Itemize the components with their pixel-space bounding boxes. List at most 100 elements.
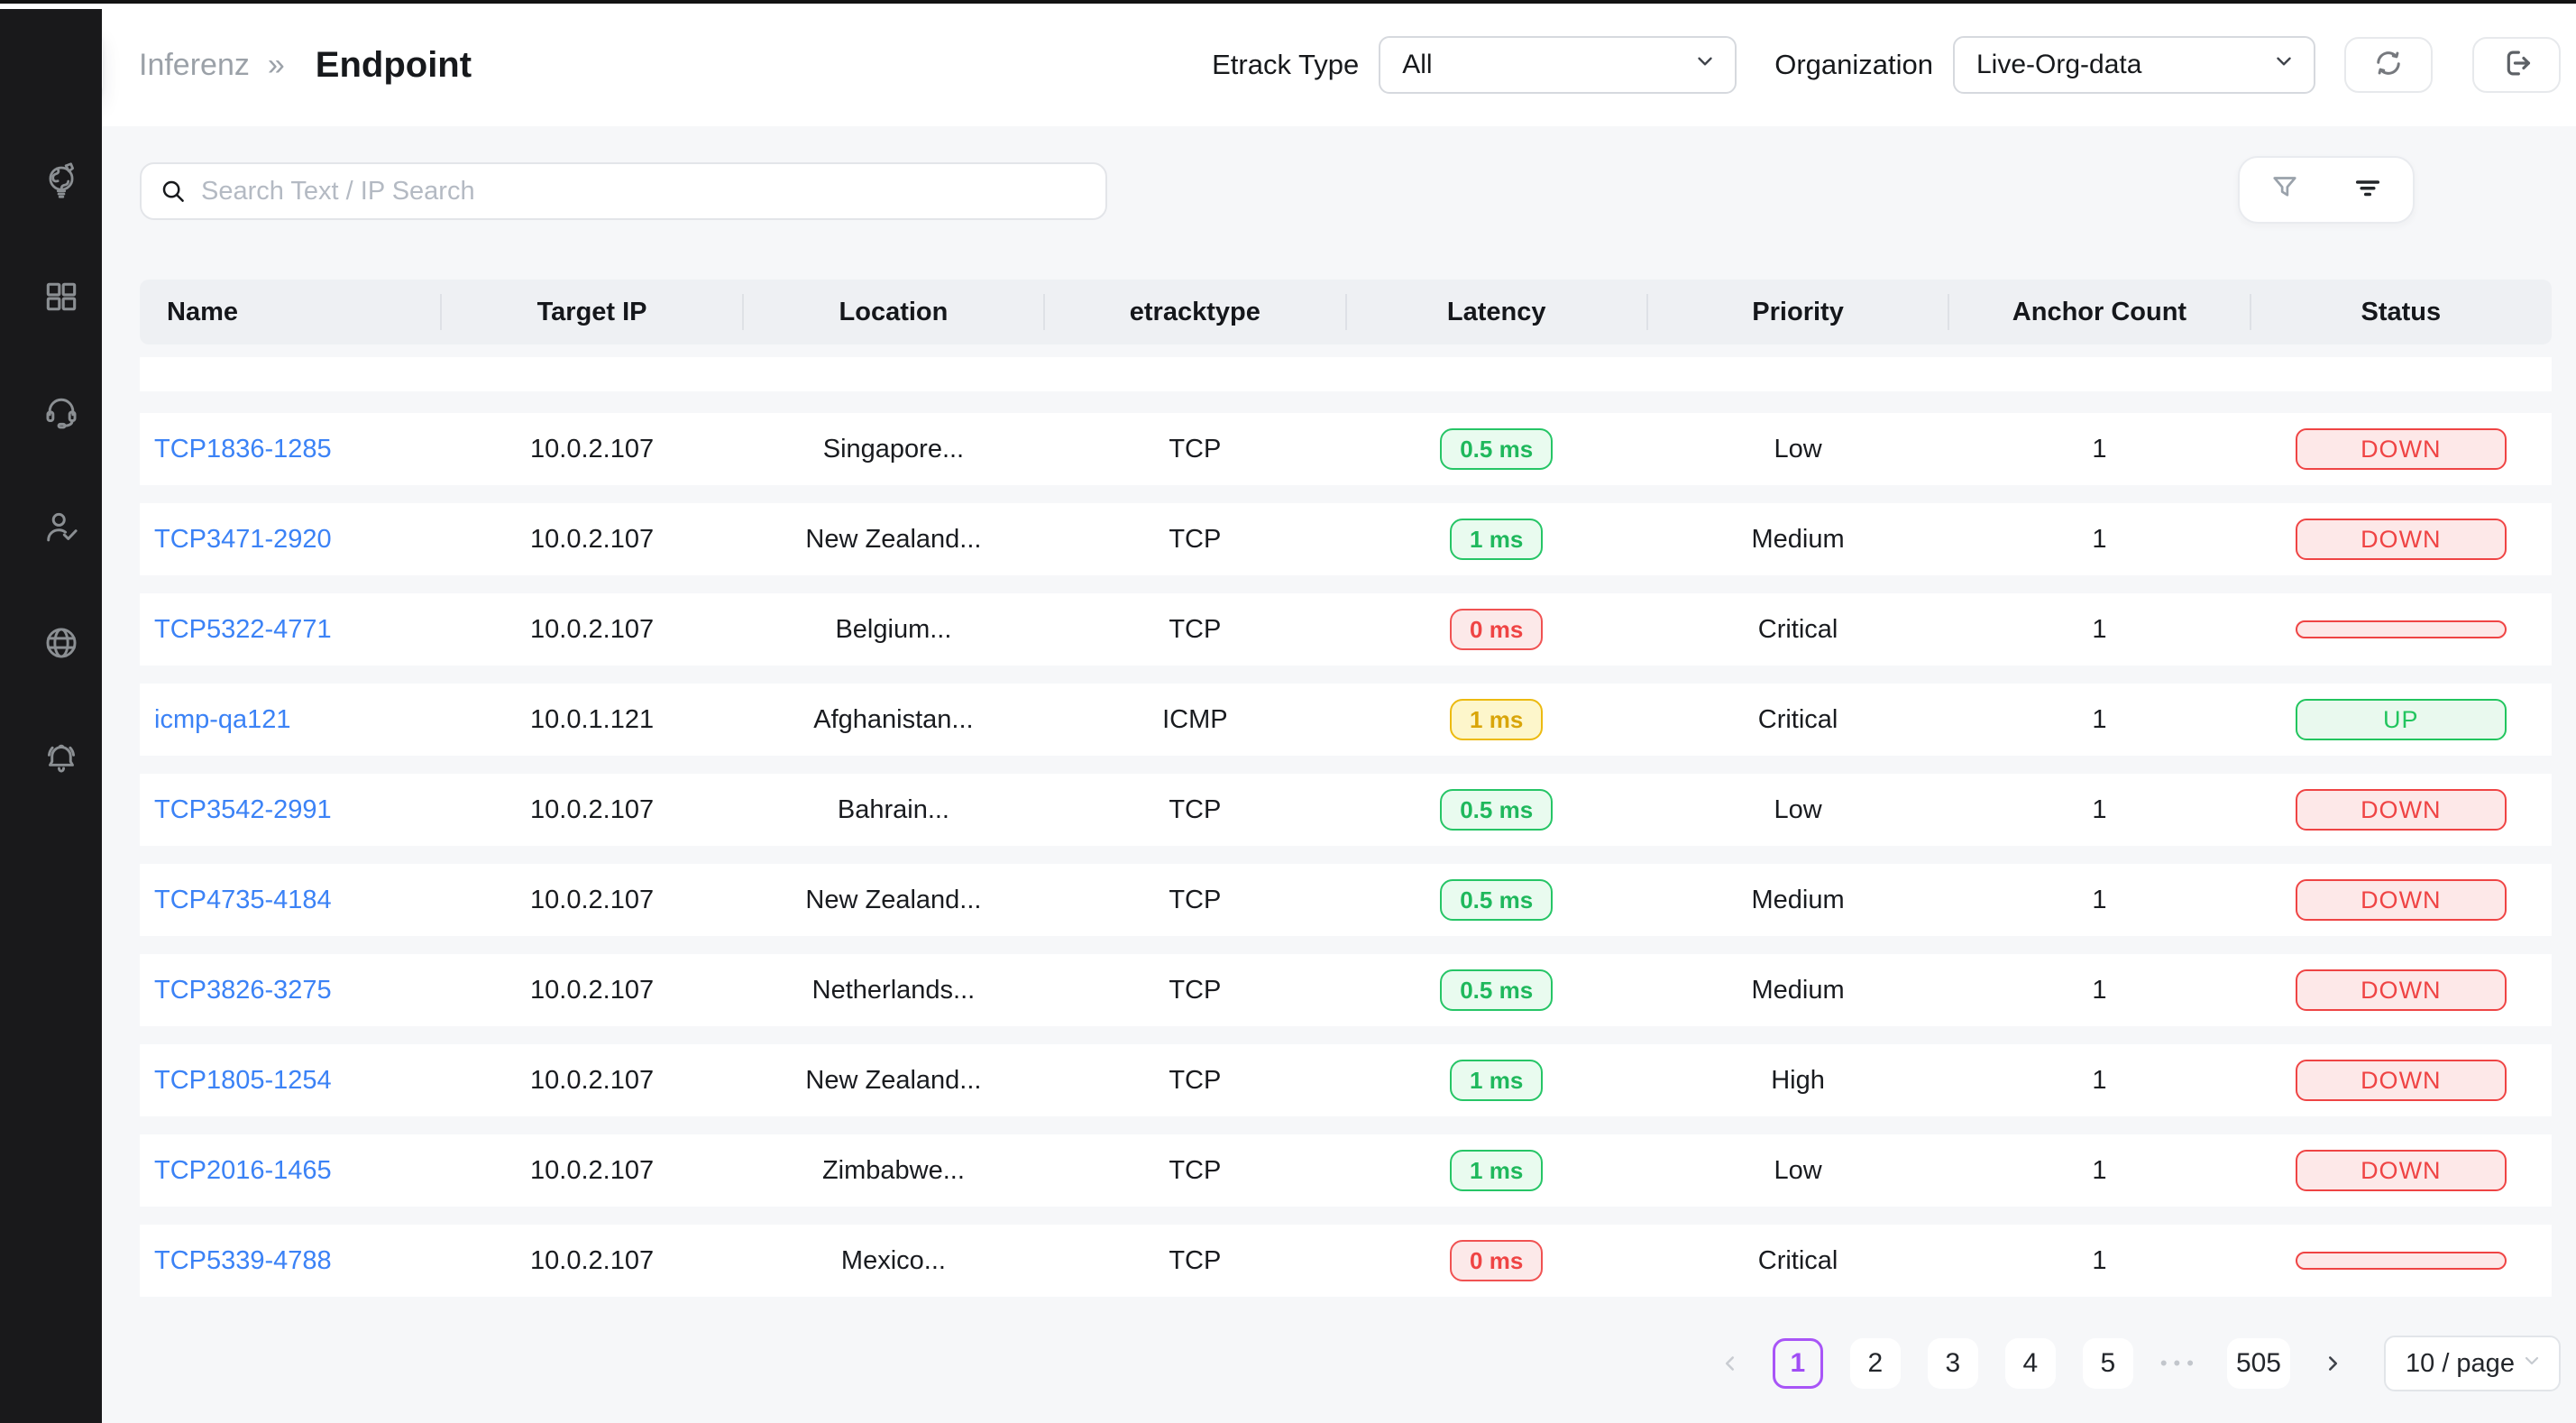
priority-cell: Medium: [1647, 864, 1948, 936]
next-page-icon[interactable]: [2317, 1348, 2348, 1379]
notifications-bell-icon[interactable]: [41, 739, 81, 778]
support-headset-icon[interactable]: [41, 392, 81, 432]
location-cell: Zimbabwe...: [743, 1134, 1044, 1207]
pagination-page-4[interactable]: 4: [2005, 1338, 2056, 1389]
status-cell: DOWN: [2251, 503, 2552, 575]
page-size-value: 10 / page: [2406, 1349, 2515, 1379]
latency-cell: 1 ms: [1346, 1134, 1647, 1207]
anchor-count-cell: 1: [1948, 774, 2250, 846]
priority-cell: Critical: [1647, 684, 1948, 756]
latency-cell: 0 ms: [1346, 1225, 1647, 1297]
globe-icon[interactable]: [41, 623, 81, 663]
column-header-name: Name: [140, 280, 441, 344]
page-size-select[interactable]: 10 / page: [2384, 1336, 2561, 1391]
endpoint-table: NameTarget IPLocationetracktypeLatencyPr…: [140, 280, 2552, 1297]
anchor-count-cell: 1: [1948, 1134, 2250, 1207]
status-badge: DOWN: [2296, 969, 2507, 1011]
user-check-icon[interactable]: [41, 508, 81, 547]
etrack-type-value: All: [1402, 50, 1432, 80]
chevron-down-icon: [2521, 1349, 2543, 1379]
column-header-priority: Priority: [1647, 280, 1948, 344]
latency-cell: 0 ms: [1346, 593, 1647, 666]
pagination-page-5[interactable]: 5: [2083, 1338, 2133, 1389]
breadcrumb-app[interactable]: Inferenz: [139, 48, 250, 83]
status-badge: [2296, 1252, 2507, 1270]
endpoint-name-link[interactable]: TCP3826-3275: [154, 976, 332, 1005]
refresh-button[interactable]: [2344, 37, 2433, 93]
latency-cell: 0.5 ms: [1346, 864, 1647, 936]
table-row: TCP5322-477110.0.2.107Belgium...TCP0 msC…: [140, 593, 2552, 666]
export-button[interactable]: [2472, 37, 2561, 93]
table-row: TCP4735-418410.0.2.107New Zealand...TCP0…: [140, 864, 2552, 936]
latency-badge: 1 ms: [1450, 1060, 1543, 1101]
etracktype-cell: TCP: [1044, 593, 1345, 666]
latency-badge: 0.5 ms: [1440, 428, 1553, 470]
etracktype-cell: TCP: [1044, 864, 1345, 936]
chevron-down-icon: [2272, 50, 2296, 80]
etrack-type-select[interactable]: All: [1379, 36, 1737, 94]
column-header-status: Status: [2251, 280, 2552, 344]
latency-cell: 1 ms: [1346, 1044, 1647, 1116]
endpoint-name-link[interactable]: TCP5339-4788: [154, 1246, 332, 1276]
location-cell: Bahrain...: [743, 774, 1044, 846]
status-badge: UP: [2296, 699, 2507, 740]
filter-toolbar[interactable]: [2238, 156, 2415, 224]
latency-cell: 1 ms: [1346, 684, 1647, 756]
app-logo-icon[interactable]: [41, 161, 81, 201]
search-input[interactable]: [140, 162, 1107, 220]
pagination-page-3[interactable]: 3: [1928, 1338, 1978, 1389]
pagination-last-page[interactable]: 505: [2227, 1338, 2290, 1389]
target-ip-cell: 10.0.2.107: [441, 774, 742, 846]
organization-select[interactable]: Live-Org-data: [1953, 36, 2315, 94]
anchor-count-cell: 1: [1948, 684, 2250, 756]
target-ip-cell: 10.0.2.107: [441, 413, 742, 485]
endpoint-name-link[interactable]: TCP3471-2920: [154, 525, 332, 555]
dashboard-grid-icon[interactable]: [41, 277, 81, 317]
location-cell: Mexico...: [743, 1225, 1044, 1297]
target-ip-cell: 10.0.1.121: [441, 684, 742, 756]
latency-badge: 0.5 ms: [1440, 879, 1553, 921]
anchor-count-cell: 1: [1948, 413, 2250, 485]
endpoint-name-link[interactable]: TCP1805-1254: [154, 1066, 332, 1096]
priority-cell: Low: [1647, 1134, 1948, 1207]
status-badge: DOWN: [2296, 789, 2507, 831]
funnel-icon[interactable]: [2269, 171, 2301, 208]
latency-cell: 0.5 ms: [1346, 413, 1647, 485]
target-ip-cell: 10.0.2.107: [441, 954, 742, 1026]
sort-lines-icon[interactable]: [2351, 171, 2384, 208]
endpoint-name-link[interactable]: icmp-qa121: [154, 705, 291, 735]
latency-badge: 0 ms: [1450, 609, 1543, 650]
endpoint-name-link[interactable]: TCP2016-1465: [154, 1156, 332, 1186]
sidebar-nav: [0, 9, 102, 1423]
target-ip-cell: 10.0.2.107: [441, 1225, 742, 1297]
pagination-page-2[interactable]: 2: [1850, 1338, 1901, 1389]
endpoint-name-link[interactable]: TCP5322-4771: [154, 615, 332, 645]
status-cell: [2251, 593, 2552, 666]
status-badge: DOWN: [2296, 1060, 2507, 1101]
etracktype-cell: TCP: [1044, 954, 1345, 1026]
status-badge: DOWN: [2296, 879, 2507, 921]
pagination-page-1[interactable]: 1: [1773, 1338, 1823, 1389]
etracktype-cell: TCP: [1044, 774, 1345, 846]
target-ip-cell: 10.0.2.107: [441, 1044, 742, 1116]
prev-page-icon[interactable]: [1715, 1348, 1746, 1379]
latency-cell: 1 ms: [1346, 503, 1647, 575]
main-content: NameTarget IPLocationetracktypeLatencyPr…: [102, 126, 2576, 1423]
latency-badge: 1 ms: [1450, 519, 1543, 560]
anchor-count-cell: 1: [1948, 954, 2250, 1026]
endpoint-name-link[interactable]: TCP4735-4184: [154, 886, 332, 915]
etracktype-cell: TCP: [1044, 1044, 1345, 1116]
pagination-ellipsis[interactable]: •••: [2160, 1352, 2200, 1375]
location-cell: Netherlands...: [743, 954, 1044, 1026]
status-cell: DOWN: [2251, 413, 2552, 485]
location-cell: Belgium...: [743, 593, 1044, 666]
chevron-down-icon: [1693, 50, 1717, 80]
target-ip-cell: 10.0.2.107: [441, 593, 742, 666]
top-header: Inferenz » Endpoint Etrack Type All Orga…: [0, 4, 2576, 126]
endpoint-name-cell: TCP4735-4184: [140, 864, 441, 936]
endpoint-name-link[interactable]: TCP1836-1285: [154, 435, 332, 464]
endpoint-name-link[interactable]: TCP3542-2991: [154, 795, 332, 825]
organization-label: Organization: [1774, 49, 1933, 81]
etrack-type-label: Etrack Type: [1212, 49, 1359, 81]
latency-badge: 0.5 ms: [1440, 789, 1553, 831]
